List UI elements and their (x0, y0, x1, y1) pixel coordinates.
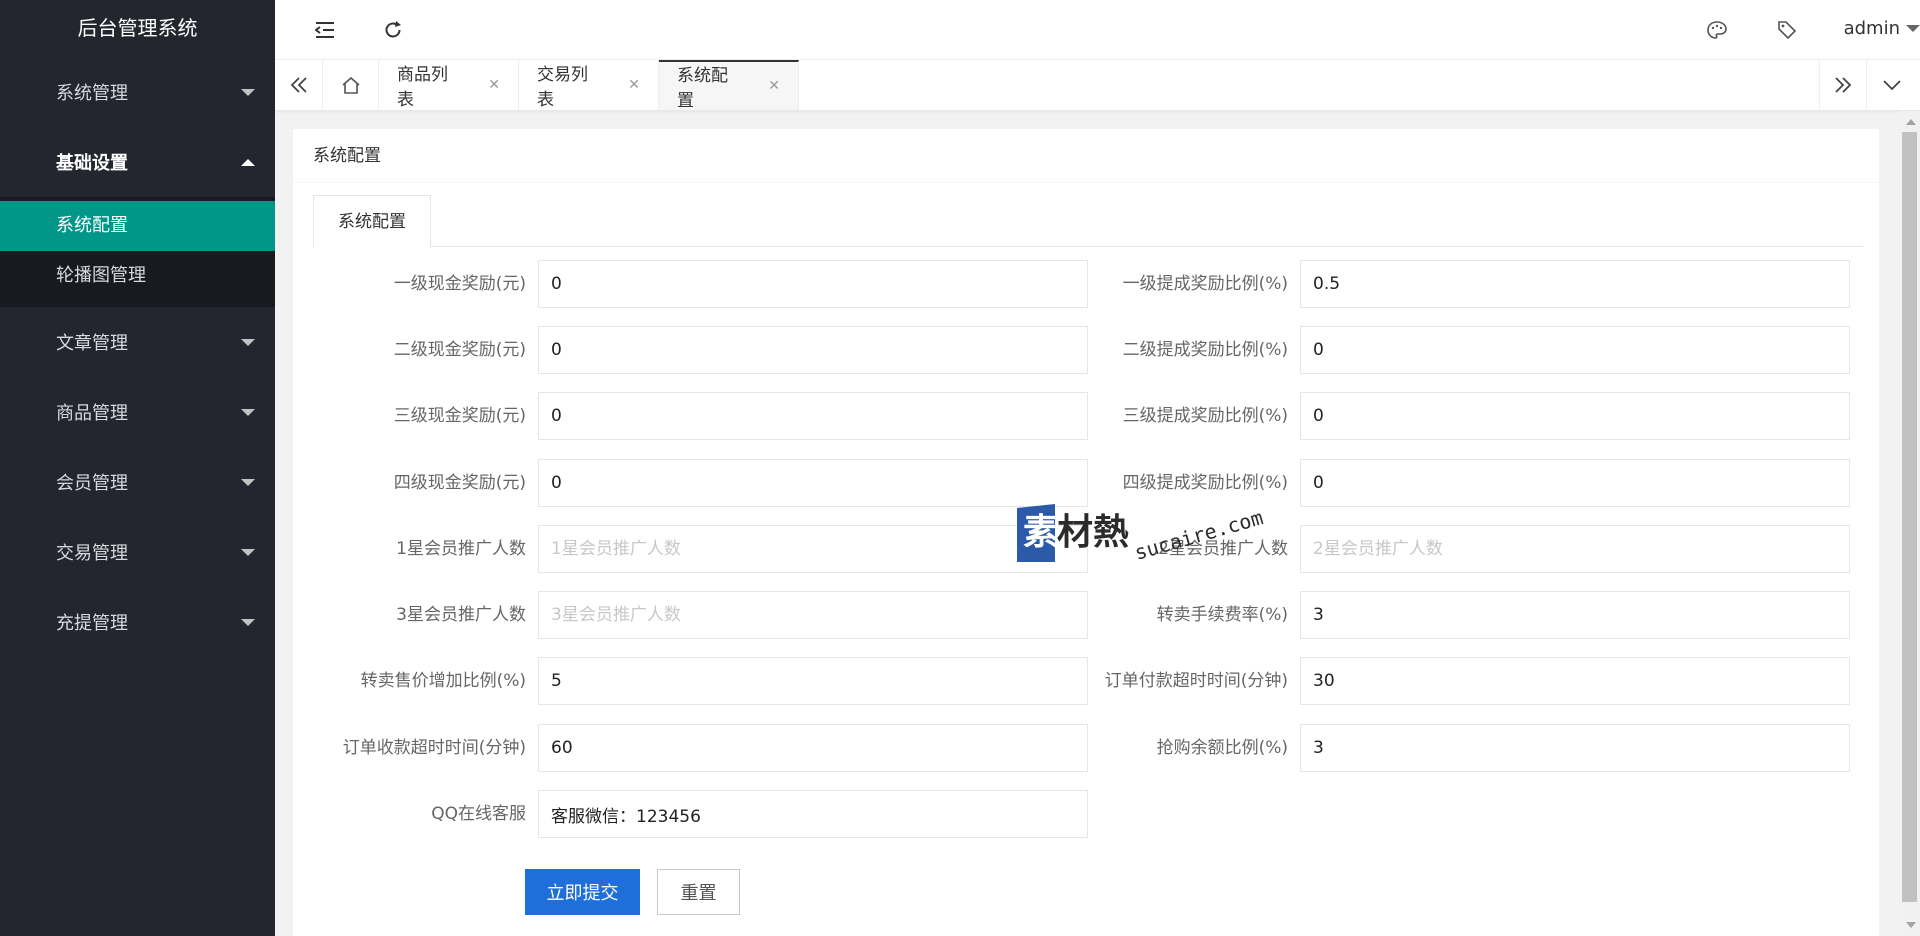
star2-promote-count-input[interactable] (1300, 525, 1850, 573)
nav-group-label: 商品管理 (56, 403, 128, 424)
field-label: 订单收款超时时间(分钟) (342, 738, 526, 758)
scroll-up-arrow-icon[interactable] (1906, 119, 1916, 125)
field-label: 转卖手续费率(%) (1156, 605, 1288, 625)
tab-label: 商品列表 (397, 65, 448, 110)
qq-service-input[interactable] (538, 790, 1088, 838)
watermark-logo: 素 材熱 sucaire.com (1017, 504, 1267, 566)
form-row: 3星会员推广人数 转卖手续费率(%) (293, 591, 1879, 639)
field-label: 转卖售价增加比例(%) (360, 671, 526, 691)
field-label: QQ在线客服 (431, 804, 526, 824)
nav-group-trades[interactable]: 交易管理 (0, 517, 275, 587)
nav-group-members[interactable]: 会员管理 (0, 447, 275, 517)
tabs-bar: 商品列表 ✕ 交易列表 ✕ 系统配置 ✕ (275, 60, 1920, 111)
form-row: 订单收款超时时间(分钟) 抢购余额比例(%) (293, 724, 1879, 772)
tab-label: 系统配置 (677, 66, 728, 111)
nav-group-label: 充提管理 (56, 613, 128, 634)
field-label: 二级提成奖励比例(%) (1122, 340, 1288, 360)
nav-group-recharge[interactable]: 充提管理 (0, 587, 275, 657)
watermark-graphic: 素 材熱 sucaire.com (1017, 504, 1266, 565)
close-icon[interactable]: ✕ (628, 77, 640, 93)
field-label: 四级提成奖励比例(%) (1122, 473, 1288, 493)
caret-down-icon (241, 338, 255, 346)
sidebar-item-system-config[interactable]: 系统配置 (0, 201, 275, 251)
watermark-text-rest: 材熱 (1057, 512, 1129, 553)
nav-group-label: 基础设置 (56, 153, 128, 174)
field-label: 3星会员推广人数 (396, 605, 526, 625)
form-row: 一级现金奖励(元) 一级提成奖励比例(%) (293, 260, 1879, 308)
form-row: 转卖售价增加比例(%) 订单付款超时时间(分钟) (293, 657, 1879, 705)
sidebar-item-banner[interactable]: 轮播图管理 (0, 251, 275, 301)
field-label: 1星会员推广人数 (396, 539, 526, 559)
tab-trade-list[interactable]: 交易列表 ✕ (519, 60, 659, 110)
nav-submenu: 系统配置 轮播图管理 (0, 197, 275, 307)
field-label: 三级现金奖励(元) (393, 406, 526, 426)
caret-down-icon (1906, 25, 1920, 32)
tabs-dropdown-icon[interactable] (1868, 60, 1916, 110)
user-menu[interactable]: admin (1844, 0, 1920, 57)
tab-label: 交易列表 (537, 65, 588, 110)
form-row: 四级现金奖励(元) 四级提成奖励比例(%) (293, 459, 1879, 507)
field-label: 一级现金奖励(元) (393, 274, 526, 294)
caret-down-icon (241, 548, 255, 556)
caret-down-icon (241, 618, 255, 626)
nav-group-basic-settings[interactable]: 基础设置 (0, 127, 275, 197)
inner-tab-system-config[interactable]: 系统配置 (313, 195, 431, 248)
card-title: 系统配置 (293, 129, 1879, 183)
caret-up-icon (241, 158, 255, 166)
level4-commission-ratio-input[interactable] (1300, 459, 1850, 507)
nav-group-articles[interactable]: 文章管理 (0, 307, 275, 377)
top-header: admin (275, 0, 1920, 60)
field-label: 抢购余额比例(%) (1156, 738, 1288, 758)
home-icon[interactable] (323, 60, 379, 110)
order-payment-timeout-input[interactable] (1300, 657, 1850, 705)
scroll-down-arrow-icon[interactable] (1906, 922, 1916, 928)
inner-tabs: 系统配置 (313, 195, 1863, 248)
nav-group-label: 系统管理 (56, 83, 128, 104)
nav-group-label: 会员管理 (56, 473, 128, 494)
form-row: 三级现金奖励(元) 三级提成奖励比例(%) (293, 392, 1879, 440)
tab-goods-list[interactable]: 商品列表 ✕ (379, 60, 519, 110)
nav-group-goods[interactable]: 商品管理 (0, 377, 275, 447)
menu-collapse-icon[interactable] (312, 17, 338, 43)
caret-down-icon (241, 478, 255, 486)
app-title: 后台管理系统 (77, 16, 198, 40)
rush-buy-balance-ratio-input[interactable] (1300, 724, 1850, 772)
tab-system-config[interactable]: 系统配置 ✕ (659, 60, 799, 111)
reset-button[interactable]: 重置 (657, 869, 740, 915)
submit-button[interactable]: 立即提交 (525, 869, 640, 915)
tabs-scroll-right-icon[interactable] (1819, 60, 1867, 110)
close-icon[interactable]: ✕ (768, 78, 780, 94)
watermark-text-domain: sucaire.com (1132, 505, 1266, 565)
field-label: 四级现金奖励(元) (393, 473, 526, 493)
refresh-icon[interactable] (380, 17, 406, 43)
form-row: QQ在线客服 (293, 790, 1879, 838)
watermark-text-main: 素 (1023, 512, 1059, 553)
level1-commission-ratio-input[interactable] (1300, 260, 1850, 308)
nav-group-label: 交易管理 (56, 543, 128, 564)
theme-palette-icon[interactable] (1704, 17, 1730, 43)
nav-group-system[interactable]: 系统管理 (0, 57, 275, 127)
scrollbar-thumb[interactable] (1902, 132, 1917, 902)
caret-down-icon (241, 408, 255, 416)
tabs-scroll-left-icon[interactable] (275, 60, 323, 110)
sidebar: 后台管理系统 系统管理 基础设置 系统配置 轮播图管理 文章管理 商品管理 会员… (0, 0, 275, 936)
field-label: 三级提成奖励比例(%) (1122, 406, 1288, 426)
level2-commission-ratio-input[interactable] (1300, 326, 1850, 374)
field-label: 二级现金奖励(元) (393, 340, 526, 360)
caret-down-icon (241, 88, 255, 96)
level3-commission-ratio-input[interactable] (1300, 392, 1850, 440)
tag-icon[interactable] (1774, 17, 1800, 43)
nav-group-label: 文章管理 (56, 333, 128, 354)
username: admin (1843, 18, 1900, 39)
resale-fee-rate-input[interactable] (1300, 591, 1850, 639)
close-icon[interactable]: ✕ (488, 77, 500, 93)
field-label: 一级提成奖励比例(%) (1122, 274, 1288, 294)
form-row: 二级现金奖励(元) 二级提成奖励比例(%) (293, 326, 1879, 374)
field-label: 订单付款超时时间(分钟) (1104, 671, 1288, 691)
